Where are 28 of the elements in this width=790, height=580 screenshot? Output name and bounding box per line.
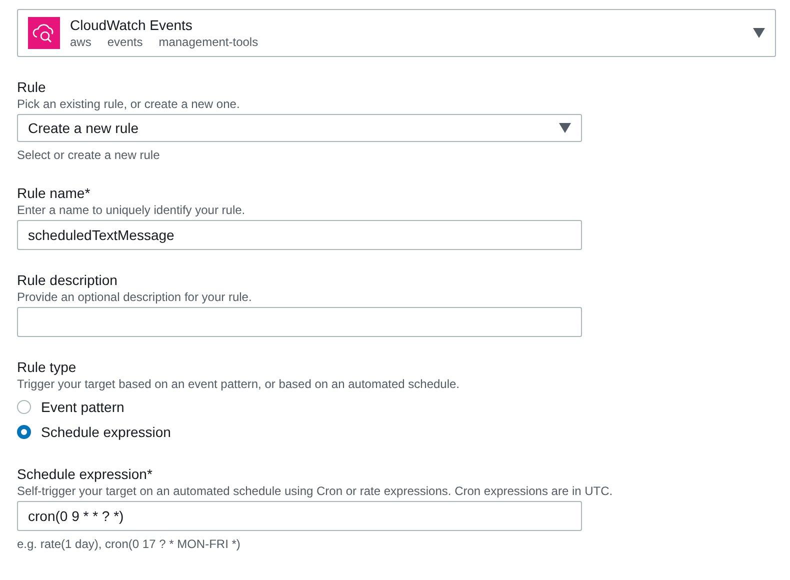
field-hint: e.g. rate(1 day), cron(0 17 ? * MON-FRI *) (17, 536, 242, 552)
field-label: Rule (17, 79, 47, 96)
rule-select[interactable]: Create a new rule (17, 114, 582, 142)
field-description: Enter a name to uniquely identify your rule. (17, 202, 246, 218)
radio-button[interactable] (17, 400, 31, 414)
field-description: Pick an existing rule, or create a new one. (17, 96, 241, 112)
service-tag: aws (70, 35, 92, 49)
radio-button[interactable] (17, 424, 31, 438)
caret-icon (559, 123, 571, 133)
input-field[interactable] (17, 307, 582, 337)
radio-label: Event pattern (41, 398, 124, 414)
field-hint: Select or create a new rule (17, 147, 161, 163)
service-tag: events (107, 35, 143, 49)
input-field[interactable]: scheduledTextMessage (17, 220, 582, 250)
service-name: CloudWatch Events (70, 17, 194, 33)
caret-icon (753, 28, 765, 38)
field-label: Schedule expression* (17, 466, 154, 483)
service-selector[interactable]: CloudWatch Events aws events management-tools (17, 9, 776, 57)
input-field[interactable]: cron(0 9 * * ? *) (17, 501, 582, 531)
field-label: Rule description (17, 272, 118, 289)
field-description: Provide an optional description for your rule. (17, 289, 253, 305)
cloud-search-icon (28, 17, 60, 49)
field-description: Self-trigger your target on an automated schedule using Cron or rate expressions. Cron expressions are in UTC. (17, 483, 614, 499)
field-label: Rule type (17, 359, 78, 376)
radio-label: Schedule expression (41, 424, 171, 440)
service-tag: management-tools (158, 35, 258, 49)
field-label: Rule name* (17, 185, 92, 202)
field-description: Trigger your target based on an event pattern, or based on an automated schedule. (17, 376, 461, 392)
